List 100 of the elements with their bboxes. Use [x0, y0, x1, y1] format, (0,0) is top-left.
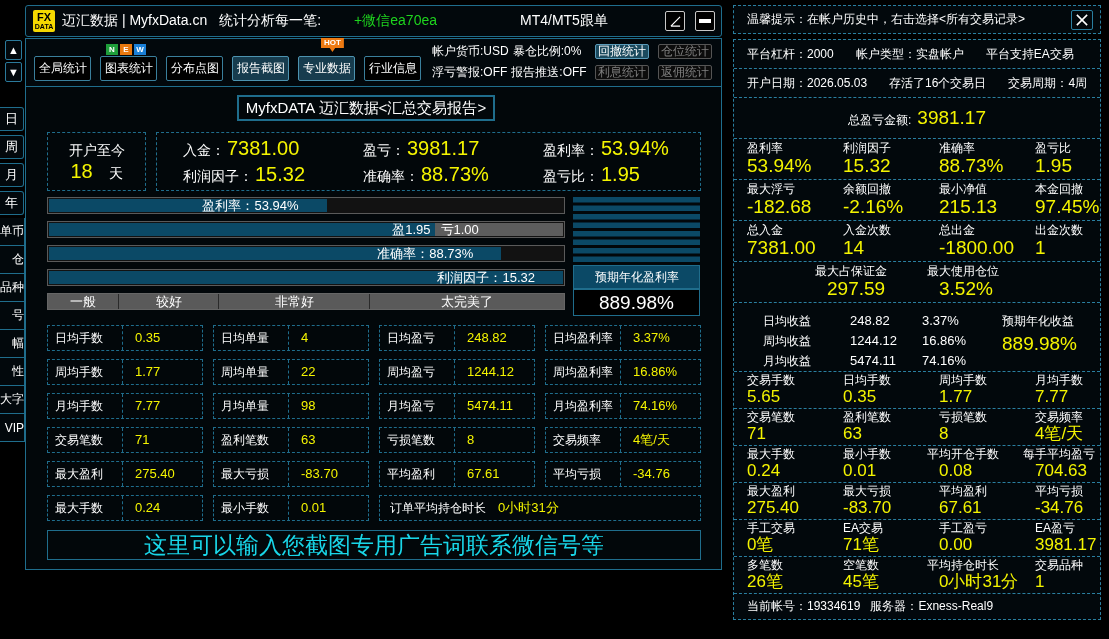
- stat-label: 日均盈利率: [546, 326, 621, 350]
- stats-button[interactable]: 回撤统计: [595, 43, 649, 59]
- rating-scale-step: 非常好: [219, 294, 369, 309]
- summary-label: 入金：: [183, 142, 225, 160]
- toolbar-button[interactable]: 图表统计: [100, 56, 157, 81]
- info-text: 存活了16个交易日: [889, 74, 987, 92]
- days-value: 18: [70, 158, 93, 183]
- side-tab[interactable]: 单币: [0, 218, 25, 246]
- metric-label: 手工盈亏: [939, 521, 987, 535]
- stat-value: -83.70: [300, 465, 338, 483]
- stat-label: 月均盈亏: [380, 394, 455, 418]
- bar-label: 准确率：88.73%: [377, 247, 474, 260]
- metric-value: 0.35: [843, 387, 877, 407]
- days-unit: 天: [108, 164, 123, 183]
- toolbar-button[interactable]: 专业数据: [298, 56, 355, 81]
- period-tab[interactable]: 月: [0, 163, 24, 187]
- period-tab[interactable]: 周: [0, 135, 24, 159]
- bar-label: 盈1.95: [392, 223, 431, 236]
- side-tab[interactable]: 大字: [0, 386, 25, 414]
- stat-value: 4笔/天: [632, 431, 670, 449]
- metric-label: 每手平均盈亏: [1023, 447, 1095, 461]
- status-text: 帐户货币:USD: [432, 43, 509, 58]
- period-tab[interactable]: 日: [0, 107, 24, 131]
- stat-value: 8: [466, 431, 475, 449]
- metric-label: 最大浮亏: [747, 182, 795, 196]
- stat-value: 0小时31分: [497, 499, 559, 517]
- minimize-button[interactable]: [695, 11, 715, 31]
- period-tab[interactable]: 年: [0, 191, 24, 215]
- close-button[interactable]: [1071, 9, 1093, 30]
- rating-scale-step: 较好: [118, 294, 219, 309]
- summary-value: 88.73%: [421, 162, 489, 187]
- metric-value: 1: [1035, 237, 1046, 259]
- metric-label: 月均手数: [1035, 373, 1083, 387]
- side-tab[interactable]: 幅: [0, 330, 25, 358]
- income-label: 日均收益: [763, 313, 812, 330]
- metric-value: 97.45%: [1035, 196, 1100, 218]
- stat-label: 周均手数: [48, 360, 123, 384]
- metric-value: 0.00: [939, 535, 973, 555]
- stat-label: 平均盈利: [380, 462, 455, 486]
- metric-label: 最大手数: [747, 447, 795, 461]
- metric-label: 平均亏损: [1035, 484, 1083, 498]
- summary-label: 盈利率：: [543, 142, 599, 160]
- metric-label: 平均盈利: [939, 484, 987, 498]
- toolbar-button[interactable]: 分布点图: [166, 56, 223, 81]
- metric-label: 总出金: [939, 223, 975, 237]
- metric-label: 平均持仓时长: [927, 558, 999, 572]
- angle-button[interactable]: [665, 11, 685, 31]
- toolbar-button[interactable]: 全局统计: [34, 56, 91, 81]
- metric-value: 8: [939, 424, 949, 444]
- summary-label: 准确率：: [363, 168, 419, 186]
- side-tab[interactable]: VIP: [0, 414, 25, 442]
- metric-value: -83.70: [843, 498, 892, 518]
- ad-banner: 这里可以输入您截图专用广告词联系微信号等: [47, 530, 701, 560]
- summary-value: 53.94%: [601, 136, 669, 161]
- stat-value: 67.61: [466, 465, 500, 483]
- summary-value: 15.32: [255, 162, 306, 187]
- metric-label: 多笔数: [747, 558, 783, 572]
- stat-value: 3.37%: [632, 329, 670, 347]
- arrow-button[interactable]: ▲: [5, 40, 22, 60]
- info-text: 交易周期：4周: [1008, 74, 1088, 92]
- info-text: 帐户类型：实盘帐户: [855, 45, 964, 63]
- metric-label: 最大盈利: [747, 484, 795, 498]
- stat-label: 最小手数: [214, 496, 289, 520]
- toolbar-button[interactable]: 行业信息: [364, 56, 421, 81]
- close-icon: [1076, 13, 1088, 26]
- side-tab[interactable]: 号: [0, 302, 25, 330]
- rating-scale-step: 一般: [48, 294, 118, 309]
- metric-value: 5.65: [747, 387, 781, 407]
- side-tab[interactable]: 仓: [0, 246, 25, 274]
- toolbar-button[interactable]: 报告截图: [232, 56, 289, 81]
- stat-value: 71: [134, 431, 150, 449]
- stat-label: 最大亏损: [214, 462, 289, 486]
- income-rate: 74.16%: [922, 352, 968, 370]
- stat-value: -34.76: [632, 465, 670, 483]
- metric-value: -1800.00: [939, 237, 1014, 259]
- metric-value: 88.73%: [939, 155, 1004, 177]
- stat-value: 16.86%: [632, 363, 678, 381]
- metric-value: 704.63: [1035, 461, 1087, 481]
- income-label: 月均收益: [763, 353, 812, 370]
- stat-label: 周均盈利率: [546, 360, 621, 384]
- metric-value: 0.01: [843, 461, 877, 481]
- metric-value: 71: [747, 424, 766, 444]
- stat-value: 74.16%: [632, 397, 678, 415]
- stat-label: 交易频率: [546, 428, 621, 452]
- annual-income-value: 889.98%: [1002, 332, 1077, 356]
- metric-label: 利润因子: [843, 141, 891, 155]
- new-badge-letter: N: [106, 44, 118, 55]
- stat-label: 日均盈亏: [380, 326, 455, 350]
- stat-value: 1.77: [134, 363, 161, 381]
- metric-value: 215.13: [939, 196, 998, 218]
- metric-label: 盈利笔数: [843, 410, 891, 424]
- income-amount: 1244.12: [850, 332, 898, 350]
- since-open-label: 开户至今: [68, 140, 125, 159]
- side-tab[interactable]: 性: [0, 358, 25, 386]
- rating-scale-step: 太完美了: [369, 294, 564, 309]
- side-tab[interactable]: 品种: [0, 274, 25, 302]
- stat-label: 月均单量: [214, 394, 289, 418]
- arrow-button[interactable]: ▼: [5, 62, 22, 82]
- new-badge-letter: E: [120, 44, 132, 55]
- metric-label: 手工交易: [747, 521, 795, 535]
